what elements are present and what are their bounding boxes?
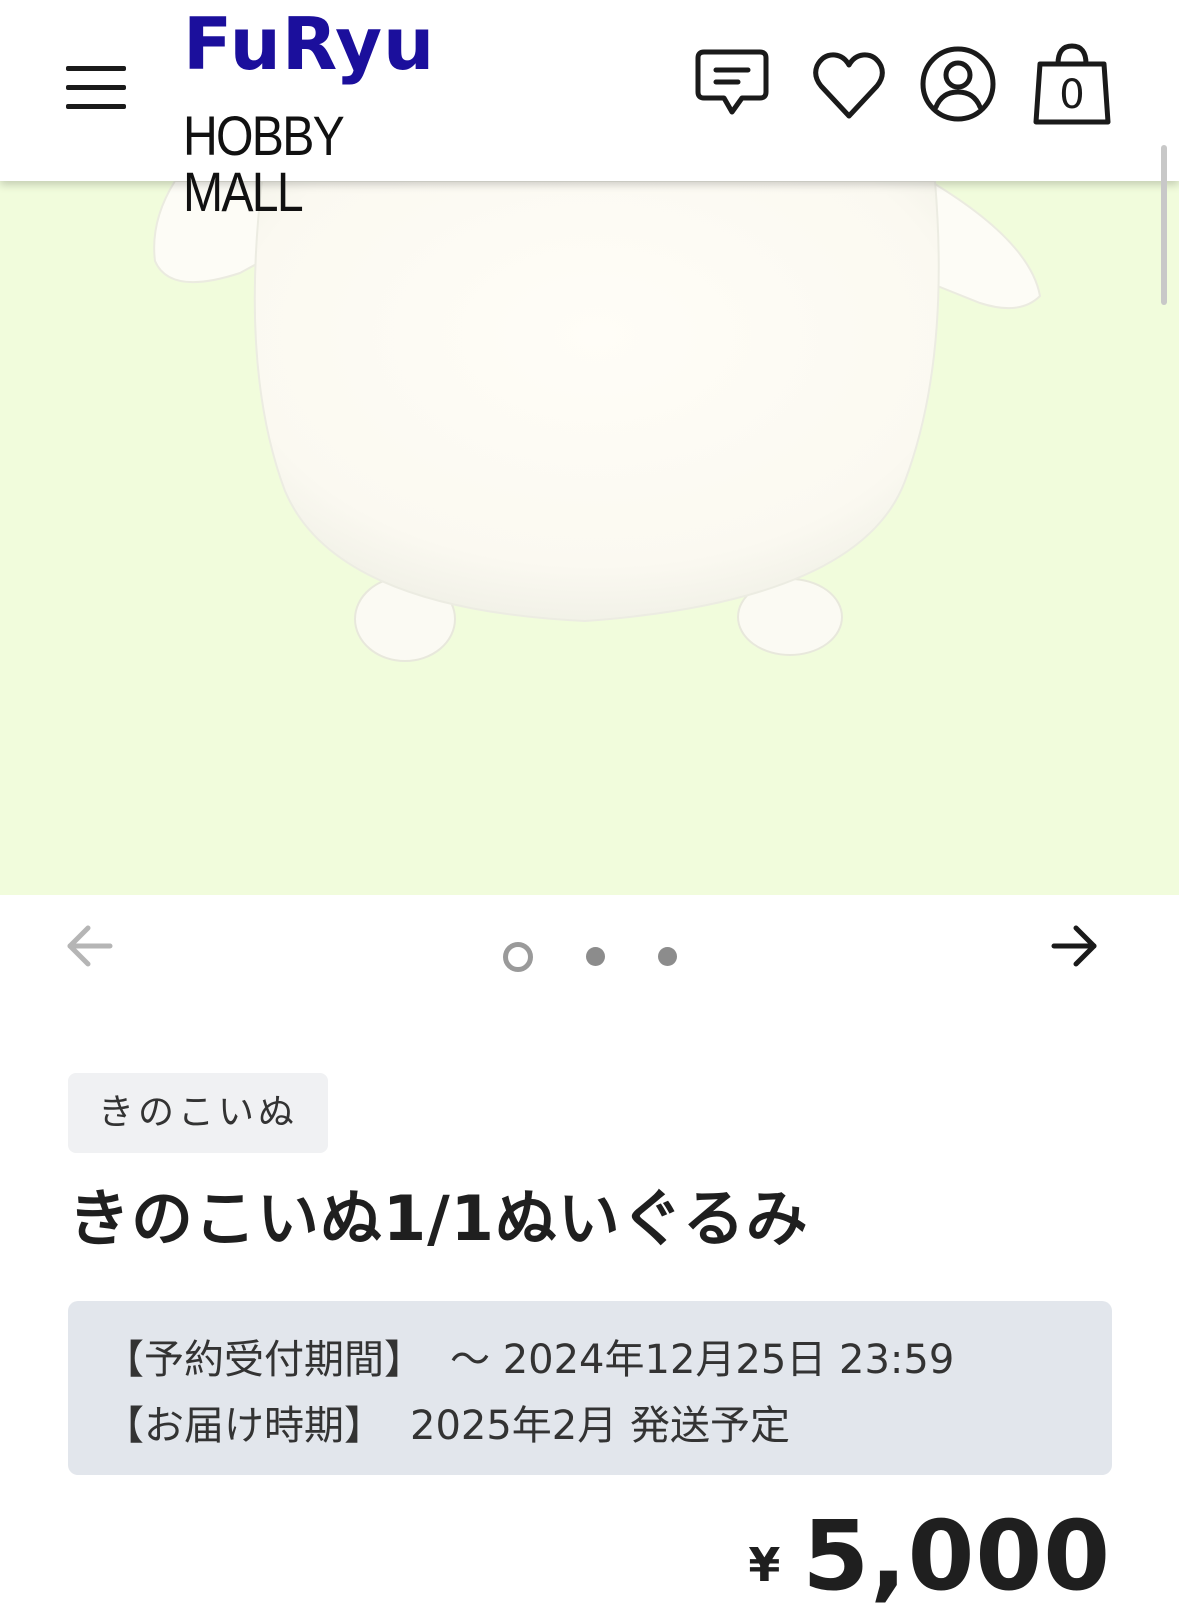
category-tag[interactable]: きのこいぬ [68, 1073, 329, 1153]
favorite-button[interactable] [811, 48, 887, 124]
cart-count: 0 [1059, 72, 1084, 118]
reservation-label: 【予約受付期間】 [104, 1337, 424, 1383]
menu-icon-bar [66, 104, 126, 109]
reservation-period: 【予約受付期間】 ～ 2024年12月25日 23:59 [104, 1327, 1076, 1393]
price-currency: ¥ [748, 1538, 781, 1592]
price-value: 5,000 [802, 1500, 1111, 1612]
chat-button[interactable] [694, 44, 770, 120]
account-button[interactable] [918, 44, 998, 124]
schedule-info-box: 【予約受付期間】 ～ 2024年12月25日 23:59 【お届け時期】 2025年… [68, 1301, 1112, 1475]
cart-icon: 0 [1033, 43, 1111, 125]
carousel-next-button[interactable] [1048, 920, 1100, 972]
reservation-value: ～ 2024年12月25日 23:59 [450, 1337, 955, 1383]
logo-brand-text: FuRyu [183, 2, 436, 86]
product-title: きのこいぬ1/1ぬいぐるみ [68, 1182, 809, 1255]
cart-button[interactable]: 0 [1032, 40, 1112, 128]
product-price: ¥5,000 [748, 1500, 1111, 1612]
menu-button[interactable] [66, 66, 126, 110]
product-image [0, 181, 1179, 895]
scroll-indicator[interactable] [1161, 145, 1167, 305]
delivery-value: 2025年2月 発送予定 [410, 1403, 790, 1449]
menu-icon-bar [66, 66, 126, 71]
arrow-right-icon [1051, 925, 1097, 967]
delivery-period: 【お届け時期】 2025年2月 発送予定 [104, 1393, 1076, 1459]
menu-icon-bar [66, 85, 126, 90]
chat-icon [695, 49, 769, 115]
arrow-left-icon [67, 925, 113, 967]
delivery-label: 【お届け時期】 [104, 1403, 384, 1449]
carousel-dot-2[interactable] [586, 947, 605, 966]
plush-toy-illustration [153, 181, 1042, 662]
site-header: FuRyu HOBBY MALL 0 [0, 0, 1179, 220]
carousel-dot-1[interactable] [503, 942, 533, 972]
carousel-dot-3[interactable] [658, 947, 677, 966]
account-icon [920, 46, 996, 122]
site-logo[interactable]: FuRyu HOBBY MALL [183, 2, 493, 220]
logo-sub-text: HOBBY MALL [183, 104, 344, 223]
carousel-prev-button[interactable] [64, 920, 116, 972]
heart-icon [813, 52, 885, 119]
